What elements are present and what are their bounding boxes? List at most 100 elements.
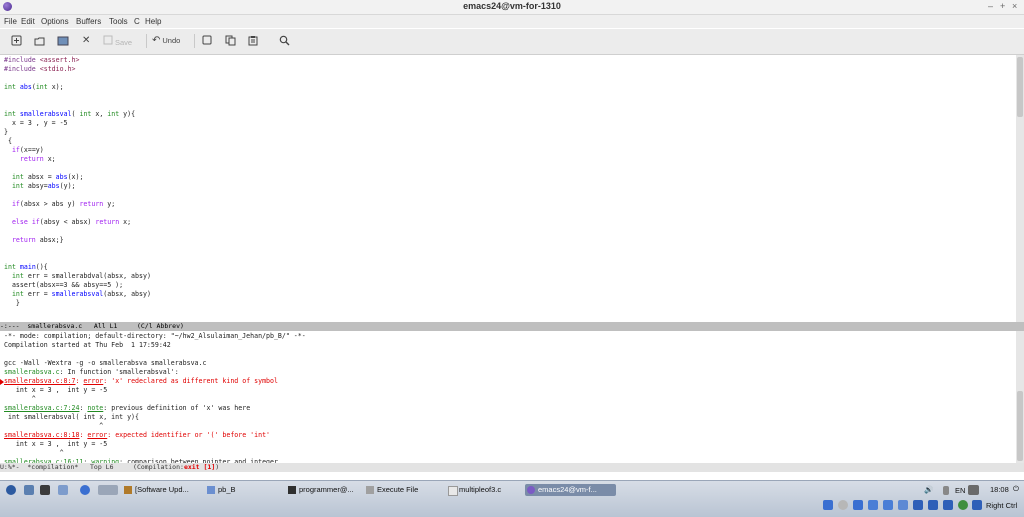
workspace-switcher[interactable]	[98, 485, 118, 495]
compilation-scrollbar[interactable]	[1016, 331, 1024, 463]
code-line: return absx;}	[11, 236, 64, 244]
window-title: emacs24@vm-for-1310	[463, 1, 561, 11]
task-label: [Software Upd...	[135, 485, 189, 494]
menu-tools[interactable]: Tools	[109, 17, 128, 26]
editor-scrollbar[interactable]	[1016, 55, 1024, 322]
compilation-line: smallerabsva.c: In function 'smallerabsv…	[4, 368, 179, 376]
task-terminal[interactable]: programmer@...	[286, 484, 374, 496]
dialog-icon	[366, 486, 374, 494]
desktop-icon[interactable]	[58, 485, 68, 495]
code-line: int smallerabsval( int x, int y){	[4, 110, 136, 118]
code-line: int err = smallerabsval(absx, absy)	[11, 290, 151, 298]
error-arrow-icon	[0, 379, 4, 385]
code-line: int absy=abs(y);	[11, 182, 76, 190]
code-line: else if(absy < absx) return x;	[11, 218, 132, 226]
code-line: #include <stdio.h>	[4, 65, 76, 73]
vbox-optical-icon[interactable]	[838, 500, 848, 510]
vbox-audio-icon[interactable]	[853, 500, 863, 510]
vbox-usb-icon[interactable]	[883, 500, 893, 510]
task-emacs[interactable]: emacs24@vm-f...	[525, 484, 616, 496]
start-menu-icon[interactable]	[6, 485, 16, 495]
compilation-line: ^	[4, 395, 36, 403]
mode-line-compilation-prefix: U:%*- *compilation* Top L6 (Compilation:	[0, 463, 184, 471]
editor-scrollbar-thumb[interactable]	[1017, 57, 1023, 117]
mode-line-compilation-suffix: )	[215, 463, 220, 471]
folder-icon	[207, 486, 215, 494]
terminal-icon[interactable]	[40, 485, 50, 495]
code-line: assert(absx==3 && absy==5 );	[4, 281, 124, 289]
compilation-line: int smallerabsval( int x, int y){	[4, 413, 139, 421]
software-update-icon	[124, 486, 132, 494]
code-line: if(absx > abs y) return y;	[11, 200, 116, 208]
vbox-network-icon[interactable]	[868, 500, 878, 510]
mode-line-compilation: U:%*- *compilation* Top L6 (Compilation:…	[0, 463, 1024, 472]
cut-icon[interactable]	[202, 35, 212, 47]
search-icon[interactable]	[279, 35, 290, 47]
taskbar: [Software Upd... pb_B programmer@... Exe…	[0, 480, 1024, 517]
compilation-line: ^	[4, 449, 64, 457]
compilation-line: int x = 3 , int y = -5	[4, 386, 108, 394]
compilation-line: smallerabsva.c:8:18: error: expected ide…	[4, 431, 271, 439]
echo-area	[0, 472, 1024, 480]
power-icon[interactable]: ⏻	[1013, 484, 1019, 494]
save-label: Save	[115, 38, 133, 47]
task-label: Execute File	[377, 485, 419, 494]
compilation-scrollbar-thumb[interactable]	[1017, 391, 1023, 461]
menu-help[interactable]: Help	[145, 17, 161, 26]
toolbar-separator	[146, 34, 147, 48]
keyboard-layout[interactable]: EN	[955, 486, 965, 495]
code-line: x = 3 , y = -5	[4, 119, 68, 127]
compilation-exit-status: exit [1]	[183, 463, 216, 471]
file-manager-icon[interactable]	[24, 485, 34, 495]
code-line: {	[4, 137, 12, 145]
task-pb-b[interactable]: pb_B	[205, 484, 296, 496]
code-line: if(x==y)	[11, 146, 44, 154]
copy-icon[interactable]	[225, 35, 236, 47]
clock: 18:08	[990, 485, 1009, 494]
compilation-line: -*- mode: compilation; default-directory…	[4, 332, 306, 340]
editor-buffer[interactable]: #include <assert.h> #include <stdio.h> int…	[0, 55, 1016, 322]
menu-options[interactable]: Options	[41, 17, 69, 26]
browser-icon[interactable]	[80, 485, 90, 495]
vbox-guest-additions-icon[interactable]	[958, 500, 968, 510]
vbox-video-capture-icon[interactable]	[928, 500, 938, 510]
menu-bar: File Edit Options Buffers Tools C Help	[0, 15, 1024, 28]
save-button[interactable]: Save	[103, 35, 132, 47]
vbox-display-icon[interactable]	[913, 500, 923, 510]
undo-button[interactable]: ↶ Undo	[152, 35, 180, 47]
volume-icon[interactable]: 🔊	[924, 485, 933, 494]
open-file-icon[interactable]	[34, 35, 45, 47]
network-icon[interactable]	[968, 485, 979, 495]
compilation-buffer[interactable]: -*- mode: compilation; default-directory…	[0, 331, 1016, 463]
minimize-button[interactable]: –	[988, 1, 993, 11]
new-file-icon[interactable]	[11, 35, 22, 47]
code-line: int main(){	[4, 263, 48, 271]
compilation-line: gcc -Wall -Wextra -g -o smallerabsva sma…	[4, 359, 207, 367]
battery-icon[interactable]	[943, 486, 949, 495]
task-software-update[interactable]: [Software Upd...	[122, 484, 215, 496]
toolbar-separator	[194, 34, 195, 48]
vbox-storage-icon[interactable]	[823, 500, 833, 510]
code-line: int abs(int x);	[4, 83, 64, 91]
compilation-line: ^	[4, 422, 104, 430]
vbox-cpu-icon[interactable]	[943, 500, 953, 510]
maximize-button[interactable]: +	[1000, 1, 1005, 11]
undo-icon: ↶	[152, 35, 161, 46]
menu-c[interactable]: C	[134, 17, 140, 26]
vbox-shared-folder-icon[interactable]	[898, 500, 908, 510]
compilation-line: int x = 3 , int y = -5	[4, 440, 108, 448]
window-titlebar: emacs24@vm-for-1310 – + ×	[0, 0, 1024, 15]
menu-buffers[interactable]: Buffers	[76, 17, 101, 26]
close-buffer-icon[interactable]: ✕	[82, 35, 90, 47]
task-label: emacs24@vm-f...	[538, 485, 597, 494]
paste-icon[interactable]	[248, 35, 258, 47]
task-multipleof3[interactable]: multipleof3.c	[446, 484, 535, 496]
emacs-icon	[527, 486, 535, 494]
close-button[interactable]: ×	[1012, 1, 1017, 11]
menu-file[interactable]: File	[4, 17, 17, 26]
compilation-line: smallerabsva.c:8:7: error: 'x' redeclare…	[4, 377, 278, 385]
task-label: pb_B	[218, 485, 236, 494]
dired-icon[interactable]	[57, 35, 69, 47]
vbox-mouse-integration-icon[interactable]	[972, 500, 982, 510]
menu-edit[interactable]: Edit	[21, 17, 35, 26]
